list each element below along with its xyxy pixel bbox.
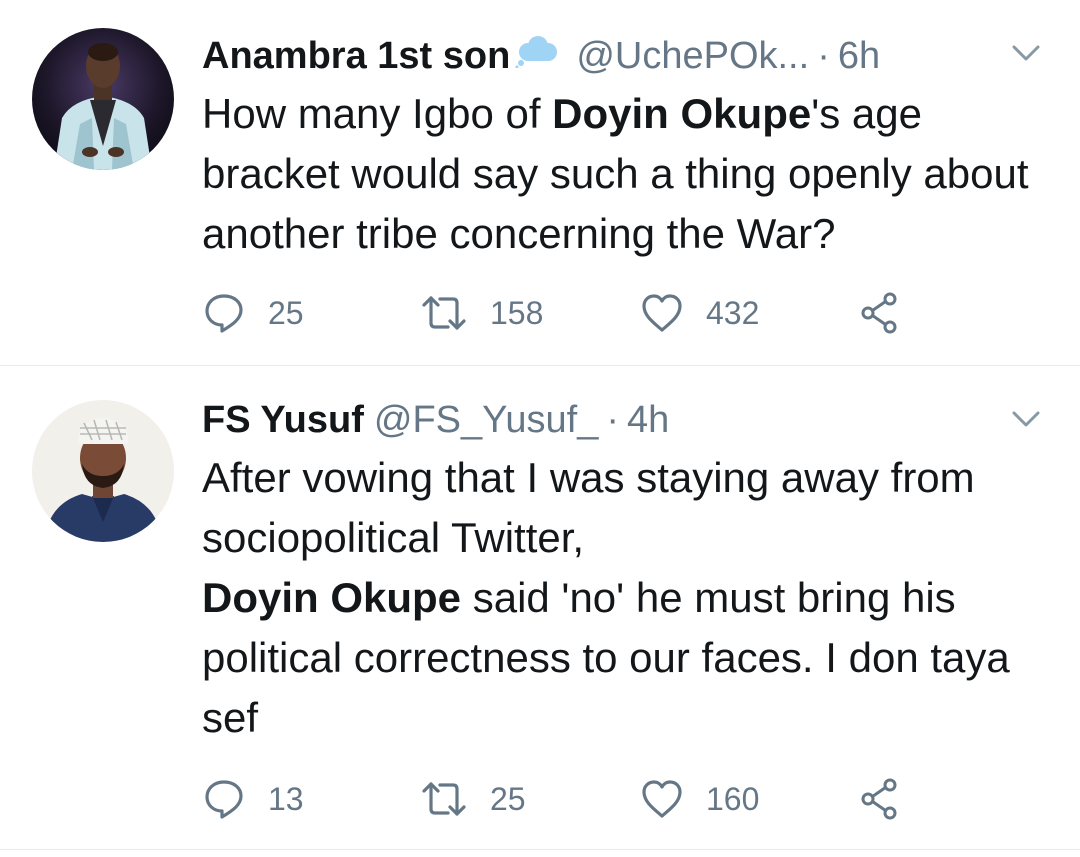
tweet-header: FS Yusuf @FS_Yusuf_ · 4h [202, 392, 1020, 448]
tweet-header: Anambra 1st son @UchePOk... · 6h [202, 28, 1020, 84]
tweet-actions: 25 158 432 [202, 288, 922, 338]
retweet-count: 158 [490, 294, 544, 331]
chevron-down-icon[interactable] [1006, 38, 1046, 68]
separator: · [817, 34, 830, 77]
retweet-count: 25 [490, 780, 526, 817]
retweet-button[interactable]: 25 [420, 774, 526, 824]
tweet-text: How many Igbo of Doyin Okupe's age brack… [202, 84, 1040, 264]
share-button[interactable] [858, 774, 902, 824]
reply-count: 13 [268, 780, 304, 817]
user-handle[interactable]: @UchePOk... [576, 35, 809, 78]
cloud-icon [514, 34, 560, 78]
avatar[interactable] [32, 400, 174, 542]
tweet-actions: 13 25 160 [202, 774, 922, 824]
like-button[interactable]: 432 [640, 288, 759, 338]
separator: · [606, 398, 620, 441]
tweet-text-bold: Doyin Okupe [552, 90, 812, 137]
reply-button[interactable]: 13 [202, 774, 304, 824]
chevron-down-icon[interactable] [1006, 404, 1046, 434]
reply-icon [205, 780, 243, 819]
timestamp[interactable]: 4h [627, 399, 669, 442]
reply-button[interactable]: 25 [202, 288, 304, 338]
tweet[interactable]: Anambra 1st son @UchePOk... · 6h How man… [0, 0, 1080, 366]
heart-icon [642, 780, 682, 818]
retweet-icon [422, 296, 466, 330]
tweet[interactable]: FS Yusuf @FS_Yusuf_ · 4h After vowing th… [0, 366, 1080, 850]
like-button[interactable]: 160 [640, 774, 759, 824]
display-name[interactable]: FS Yusuf [202, 399, 364, 442]
share-button[interactable] [858, 288, 902, 338]
tweet-text-bold: Doyin Okupe [202, 574, 462, 621]
display-name[interactable]: Anambra 1st son [202, 35, 510, 78]
timestamp[interactable]: 6h [838, 35, 880, 78]
tweet-text-part: After vowing that I was staying away fro… [202, 454, 975, 561]
heart-icon [642, 294, 682, 332]
like-count: 160 [706, 780, 760, 817]
tweet-text: After vowing that I was staying away fro… [202, 448, 1040, 748]
tweet-text-part: How many Igbo of [202, 90, 553, 137]
share-icon [861, 778, 897, 820]
avatar[interactable] [32, 28, 174, 170]
user-handle[interactable]: @FS_Yusuf_ [374, 399, 598, 442]
reply-count: 25 [268, 294, 304, 331]
share-icon [861, 292, 897, 334]
reply-icon [205, 294, 243, 333]
retweet-icon [422, 782, 466, 816]
retweet-button[interactable]: 158 [420, 288, 543, 338]
like-count: 432 [706, 294, 760, 331]
